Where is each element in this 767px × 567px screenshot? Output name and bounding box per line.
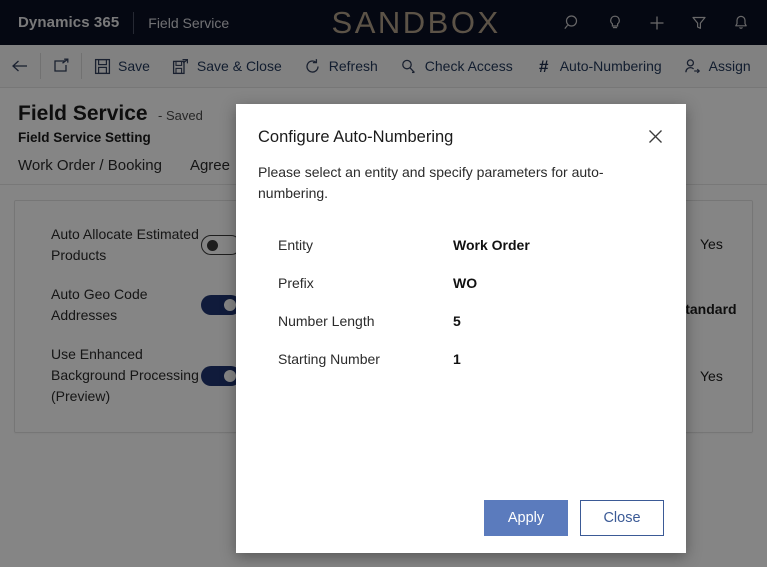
- field-row-number-length: Number Length 5: [278, 302, 686, 340]
- field-value-number-length[interactable]: 5: [453, 313, 461, 329]
- field-label-starting-number: Starting Number: [278, 351, 380, 367]
- apply-button[interactable]: Apply: [484, 500, 568, 536]
- dialog-header: Configure Auto-Numbering: [236, 104, 686, 149]
- field-row-prefix: Prefix WO: [278, 264, 686, 302]
- field-label-prefix: Prefix: [278, 275, 314, 291]
- close-icon[interactable]: [642, 123, 668, 149]
- close-button[interactable]: Close: [580, 500, 664, 536]
- field-label-entity: Entity: [278, 237, 314, 253]
- dialog-title: Configure Auto-Numbering: [258, 128, 454, 146]
- field-value-prefix[interactable]: WO: [453, 275, 477, 291]
- field-row-starting-number: Starting Number 1: [278, 340, 686, 378]
- dialog-footer: Apply Close: [236, 500, 686, 536]
- field-row-entity: Entity Work Order: [278, 226, 686, 264]
- dialog-fields: Entity Work Order Prefix WO Number Lengt…: [236, 204, 686, 378]
- field-label-number-length: Number Length: [278, 313, 375, 329]
- field-value-entity[interactable]: Work Order: [453, 237, 530, 253]
- field-value-starting-number[interactable]: 1: [453, 351, 461, 367]
- configure-auto-numbering-dialog: Configure Auto-Numbering Please select a…: [236, 104, 686, 553]
- dialog-description: Please select an entity and specify para…: [258, 164, 604, 201]
